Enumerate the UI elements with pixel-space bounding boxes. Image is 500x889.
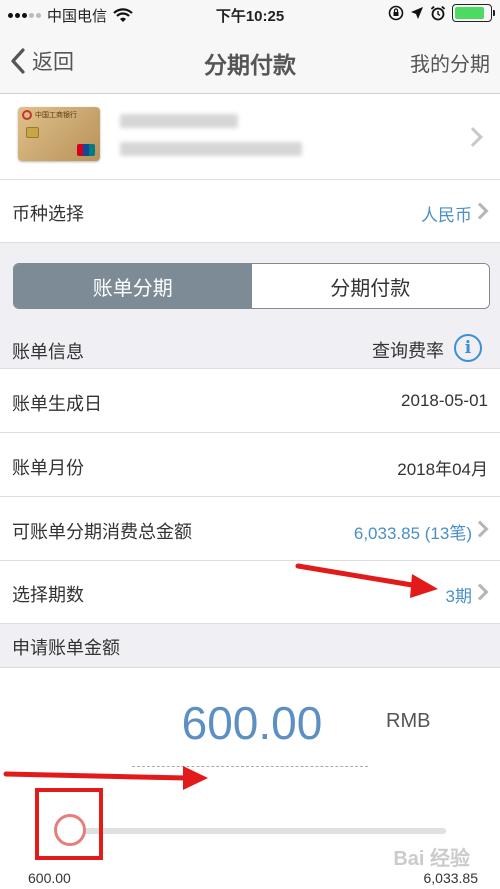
apply-amount-header: 申请账单金额 [0,624,500,668]
installable-total-row[interactable]: 可账单分期消费总金额 6,033.85 (13笔) [0,497,500,561]
slider-min-label: 600.00 [28,870,71,886]
segmented-area: 账单分期 分期付款 [0,243,500,329]
currency-value: 人民币 [421,206,472,225]
chevron-right-icon [471,583,489,601]
chevron-right-icon [471,202,489,220]
amount-slider-track[interactable] [70,828,446,834]
card-number-redacted [120,142,302,156]
my-installments-button[interactable]: 我的分期 [410,48,490,77]
bill-month-label: 账单月份 [12,458,84,478]
query-rate-link[interactable]: 查询费率 [372,337,444,363]
watermark: Bai 经验 [393,848,470,870]
card-selector[interactable]: 中国工商银行 [0,94,500,180]
chevron-right-icon [463,127,483,147]
back-button[interactable]: 返回 [10,46,74,76]
location-icon [411,7,423,19]
bill-date-value: 2018-05-01 [401,391,488,410]
card-chip-icon [26,127,39,138]
chevron-right-icon [471,520,489,538]
installable-total-value: 6,033.85 (13笔) [353,524,472,543]
installable-total-label: 可账单分期消费总金额 [12,522,192,542]
currency-label: 币种选择 [12,204,84,224]
segmented-control: 账单分期 分期付款 [13,263,490,309]
bank-logo-icon [22,110,32,120]
annotation-highlight-box [35,788,103,860]
info-icon[interactable]: i [454,334,482,362]
rotation-lock-icon [388,5,404,21]
status-bar: 中国电信 下午10:25 [0,0,500,28]
back-label: 返回 [32,51,74,74]
term-select-row[interactable]: 选择期数 3期 [0,561,500,624]
amount-underline [132,766,368,767]
bank-card-name: 中国工商银行 [35,111,77,119]
term-select-value: 3期 [445,587,472,606]
unionpay-logo-icon [77,144,95,156]
battery-icon [452,4,495,22]
slider-max-label: 6,033.85 [423,870,479,886]
tab-bill-installment[interactable]: 账单分期 [14,264,252,308]
chevron-left-icon [11,48,25,74]
bill-info-header: 账单信息 查询费率 i [0,329,500,369]
bill-month-value: 2018年04月 [397,460,488,479]
alarm-icon [430,5,446,21]
currency-row[interactable]: 币种选择 人民币 [0,180,500,243]
navigation-bar: 返回 分期付款 我的分期 [0,28,500,94]
bank-card-image: 中国工商银行 [18,107,100,161]
amount-unit: RMB [386,710,431,732]
bill-info-label: 账单信息 [12,342,84,362]
bill-month-row: 账单月份 2018年04月 [0,433,500,497]
amount-input[interactable]: 600.00 [130,696,374,750]
bill-date-label: 账单生成日 [12,394,102,414]
tab-installment-payment[interactable]: 分期付款 [251,264,489,308]
card-name-redacted [120,114,238,128]
apply-amount-label: 申请账单金额 [12,638,120,658]
term-select-label: 选择期数 [12,585,84,605]
bill-date-row: 账单生成日 2018-05-01 [0,369,500,433]
